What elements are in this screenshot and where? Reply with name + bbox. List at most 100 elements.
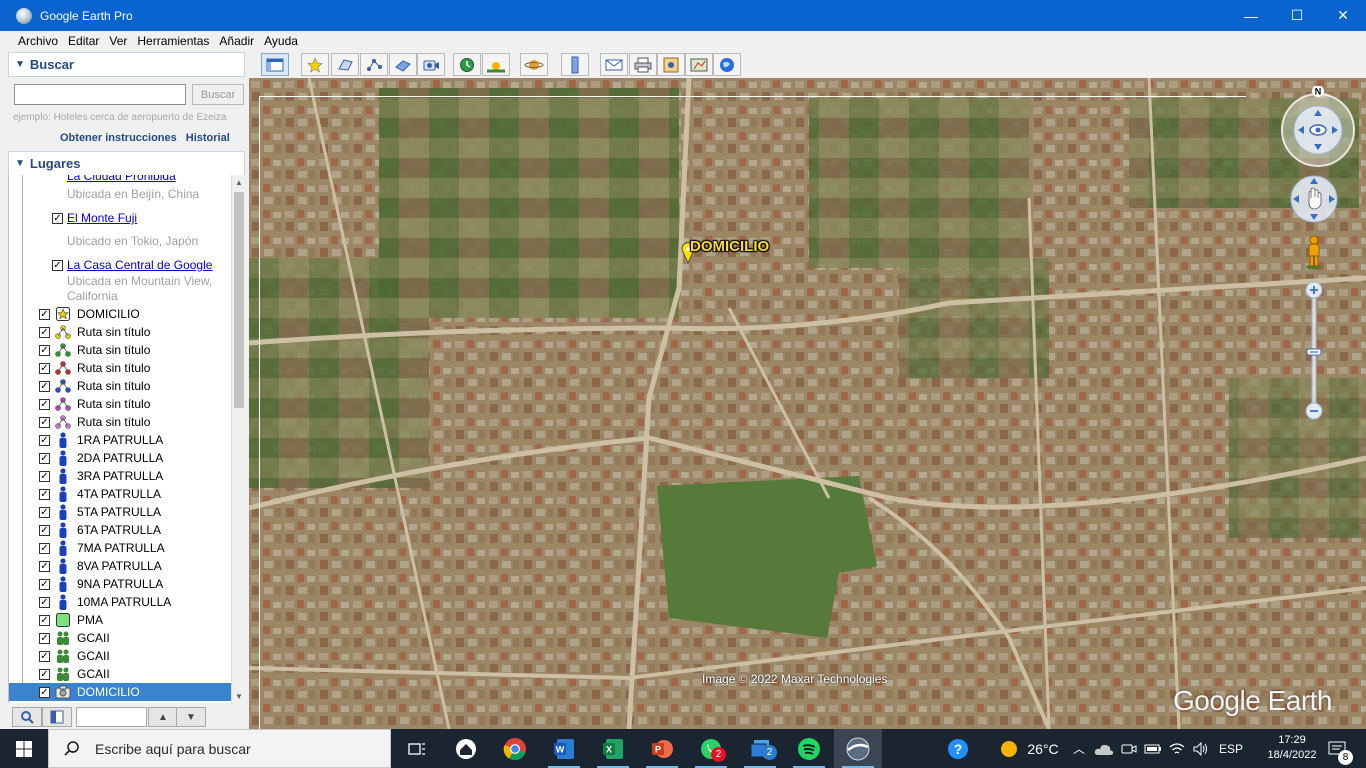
record-tour-button[interactable] (417, 53, 445, 76)
checkbox[interactable]: ✓ (39, 524, 50, 536)
add-polygon-button[interactable] (331, 53, 359, 76)
onedrive-tray-icon[interactable] (1092, 729, 1116, 768)
scroll-down-arrow-icon[interactable]: ▼ (232, 689, 246, 703)
view-in-maps-button[interactable] (685, 53, 713, 76)
toggle-panel-button[interactable] (42, 707, 72, 727)
menu-anadir[interactable]: Añadir (214, 34, 259, 48)
taskbar-app-window-switch[interactable]: 2 (736, 729, 784, 768)
checkbox[interactable]: ✓ (39, 542, 50, 554)
place-item-patrulla[interactable]: ✓ 8VA PATRULLA (9, 557, 231, 575)
save-image-button[interactable] (657, 53, 685, 76)
volume-tray-icon[interactable] (1190, 729, 1212, 768)
menu-ver[interactable]: Ver (104, 34, 132, 48)
move-up-button[interactable]: ▲ (148, 707, 178, 727)
task-view-button[interactable] (393, 729, 441, 768)
place-item-route[interactable]: ✓ Ruta sin título (9, 395, 231, 413)
place-link[interactable]: La Casa Central de Google (67, 258, 212, 272)
checkbox[interactable]: ✓ (39, 416, 50, 428)
place-item-patrulla[interactable]: ✓ 5TA PATRULLA (9, 503, 231, 521)
taskbar-app-spotify[interactable] (785, 729, 833, 768)
taskbar-clock[interactable]: 17:29 18/4/2022 (1262, 733, 1322, 763)
add-path-button[interactable] (360, 53, 388, 76)
place-item-monte-fuji[interactable]: ✓ El Monte Fuji (9, 209, 231, 227)
street-view-pegman-icon[interactable] (1304, 234, 1324, 270)
historical-imagery-button[interactable] (453, 53, 481, 76)
sidebar-toggle-button[interactable] (261, 53, 289, 76)
taskbar-app-whatsapp[interactable]: 2 (687, 729, 735, 768)
show-hidden-icons-button[interactable]: ︿ (1068, 729, 1090, 768)
place-item-route[interactable]: ✓ Ruta sin título (9, 413, 231, 431)
taskbar-app-cortana[interactable] (442, 729, 490, 768)
sunlight-button[interactable] (482, 53, 510, 76)
checkbox[interactable]: ✓ (39, 668, 50, 680)
checkbox[interactable]: ✓ (39, 344, 50, 356)
place-item-patrulla[interactable]: ✓ 10MA PATRULLA (9, 593, 231, 611)
place-item-patrulla[interactable]: ✓ 2DA PATRULLA (9, 449, 231, 467)
place-item-domicilio-selected[interactable]: ✓ DOMICILIO (9, 683, 231, 701)
menu-ayuda[interactable]: Ayuda (259, 34, 303, 48)
checkbox[interactable]: ✓ (39, 398, 50, 410)
place-item-gcaii[interactable]: ✓ GCAII (9, 629, 231, 647)
add-image-overlay-button[interactable] (389, 53, 417, 76)
places-filter-field[interactable] (76, 707, 147, 727)
placemark-label[interactable]: DOMICILIO (690, 238, 769, 255)
menu-editar[interactable]: Editar (63, 34, 104, 48)
checkbox[interactable]: ✓ (39, 434, 50, 446)
places-scrollbar[interactable]: ▲ ▼ (231, 175, 245, 703)
checkbox[interactable]: ✓ (39, 380, 50, 392)
compass-control[interactable]: N (1276, 86, 1360, 170)
place-item-route[interactable]: ✓ Ruta sin título (9, 323, 231, 341)
move-down-button[interactable]: ▼ (176, 707, 206, 727)
weather-widget[interactable]: 26°C (992, 729, 1066, 768)
close-button[interactable]: ✕ (1320, 0, 1366, 31)
zoom-slider[interactable] (1304, 280, 1324, 425)
scroll-thumb[interactable] (234, 192, 244, 408)
menu-archivo[interactable]: Archivo (13, 34, 63, 48)
checkbox[interactable]: ✓ (52, 259, 63, 271)
move-control[interactable] (1289, 174, 1339, 224)
checkbox[interactable]: ✓ (39, 650, 50, 662)
checkbox[interactable]: ✓ (39, 308, 50, 320)
search-input[interactable] (14, 84, 186, 105)
checkbox[interactable]: ✓ (39, 614, 50, 626)
checkbox[interactable]: ✓ (39, 362, 50, 374)
place-item-route[interactable]: ✓ Ruta sin título (9, 359, 231, 377)
add-placemark-button[interactable] (301, 53, 329, 76)
earth-gallery-button[interactable] (713, 53, 741, 76)
search-button[interactable]: Buscar (192, 84, 244, 105)
taskbar-app-chrome[interactable] (491, 729, 539, 768)
place-item-route[interactable]: ✓ Ruta sin título (9, 341, 231, 359)
battery-tray-icon[interactable] (1142, 729, 1164, 768)
taskbar-search-box[interactable]: Escribe aquí para buscar (48, 729, 391, 768)
minimize-button[interactable]: — (1228, 0, 1274, 31)
taskbar-app-word[interactable]: W (540, 729, 588, 768)
place-item-route[interactable]: ✓ Ruta sin título (9, 377, 231, 395)
taskbar-app-google-earth[interactable] (834, 729, 882, 768)
place-item-patrulla[interactable]: ✓ 4TA PATRULLA (9, 485, 231, 503)
checkbox[interactable]: ✓ (39, 326, 50, 338)
checkbox[interactable]: ✓ (39, 578, 50, 590)
place-item-gcaii[interactable]: ✓ GCAII (9, 647, 231, 665)
ruler-button[interactable] (561, 53, 589, 76)
place-item-ciudad-prohibida[interactable]: La Ciudad Prohibida (9, 175, 231, 185)
checkbox[interactable]: ✓ (39, 488, 50, 500)
menu-herramientas[interactable]: Herramientas (132, 34, 214, 48)
place-item-patrulla[interactable]: ✓ 6TA PATRULLA (9, 521, 231, 539)
meet-now-tray-icon[interactable] (1118, 729, 1140, 768)
input-language-indicator[interactable]: ESP (1216, 729, 1246, 768)
map-view[interactable]: DOMICILIO Image © 2022 Maxar Technologie… (249, 78, 1366, 729)
email-button[interactable] (600, 53, 628, 76)
search-panel-header[interactable]: ▼ Buscar (8, 52, 245, 77)
directions-link[interactable]: Obtener instrucciones (60, 132, 177, 144)
checkbox[interactable]: ✓ (39, 632, 50, 644)
print-button[interactable] (629, 53, 657, 76)
maximize-button[interactable]: ☐ (1274, 0, 1320, 31)
place-item-patrulla[interactable]: ✓ 9NA PATRULLA (9, 575, 231, 593)
history-link[interactable]: Historial (186, 132, 230, 144)
scroll-up-arrow-icon[interactable]: ▲ (232, 175, 246, 189)
place-item-patrulla[interactable]: ✓ 3RA PATRULLA (9, 467, 231, 485)
place-link[interactable]: La Ciudad Prohibida (67, 175, 176, 183)
checkbox[interactable]: ✓ (52, 212, 63, 224)
checkbox[interactable]: ✓ (39, 470, 50, 482)
checkbox[interactable]: ✓ (39, 596, 50, 608)
